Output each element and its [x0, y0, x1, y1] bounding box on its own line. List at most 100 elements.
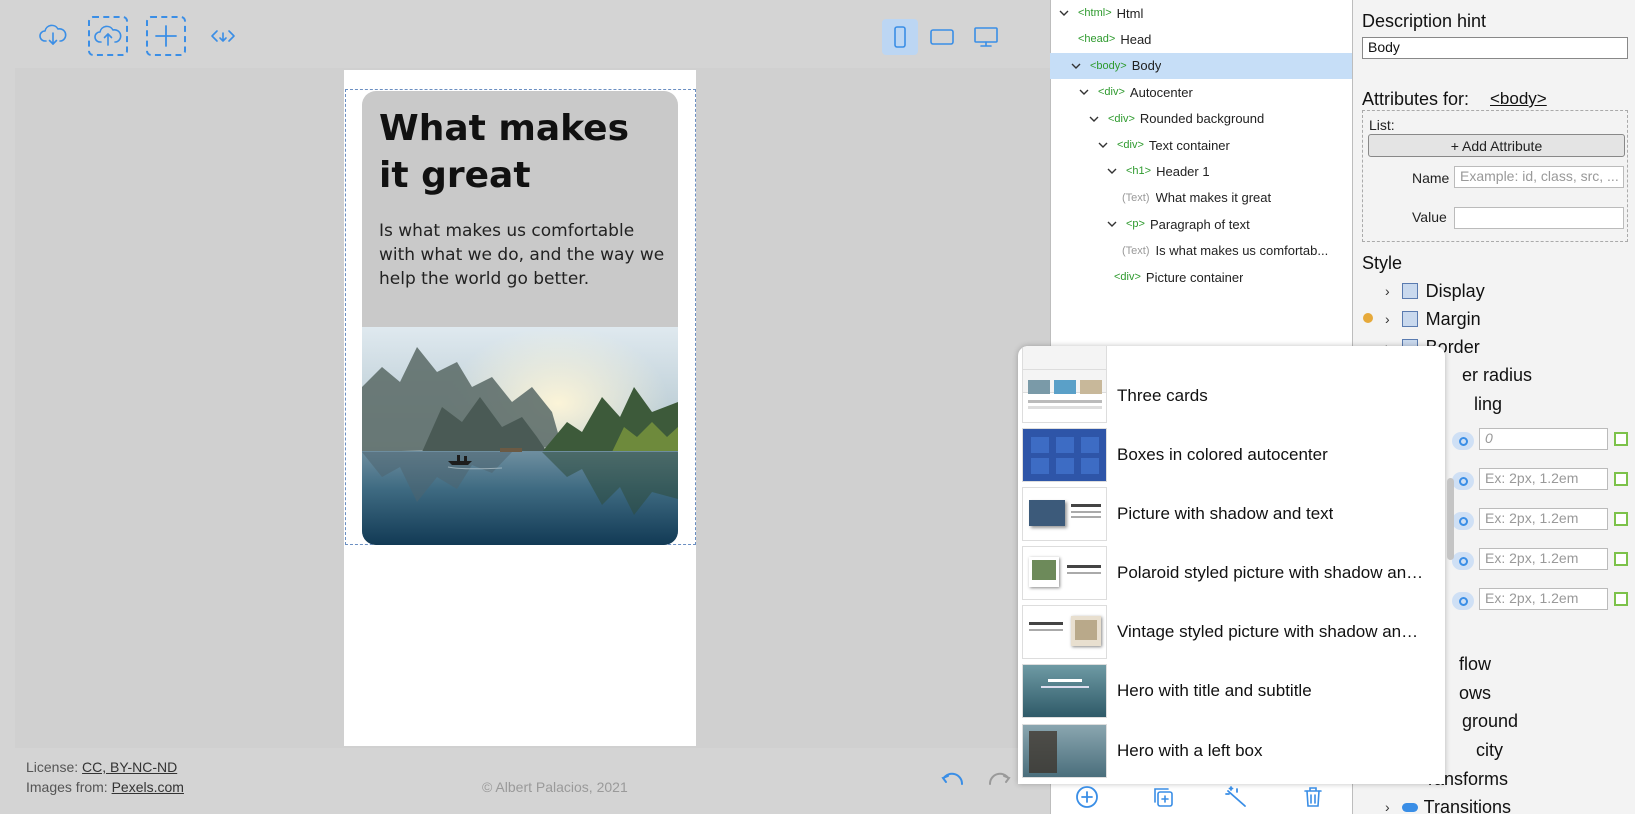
tree-row-head[interactable]: <head> Head [1050, 26, 1352, 52]
padding-unit-toggle[interactable] [1452, 432, 1474, 450]
style-section-label: Margin [1425, 308, 1481, 329]
palette-item-label: Picture with shadow and text [1117, 504, 1334, 523]
tree-row-body[interactable]: <body> Body [1050, 52, 1352, 79]
circle-icon [1458, 516, 1468, 526]
duplicate-button[interactable] [1148, 782, 1178, 812]
style-section-er-radius[interactable]: er radius [1462, 362, 1532, 388]
palette-thumbnail [1022, 605, 1107, 659]
style-section-city[interactable]: city [1476, 737, 1503, 763]
rounded-background[interactable]: What makes it great Is what makes us com… [362, 91, 678, 545]
mobile-view-button[interactable] [882, 19, 918, 55]
palette-item[interactable]: Picture with shadow and text [1022, 486, 1427, 542]
palette-item[interactable]: Boxes in colored autocenter [1022, 427, 1427, 483]
desktop-view-button[interactable] [968, 19, 1004, 55]
redo-button[interactable] [984, 768, 1014, 798]
style-section-flow[interactable]: flow [1459, 651, 1491, 677]
chevron-right-icon: › [1385, 283, 1390, 299]
attribute-name-input[interactable]: Example: id, class, src, ... [1454, 166, 1624, 188]
style-section-transitions[interactable]: › Transitions [1385, 794, 1511, 814]
tree-row-html[interactable]: <html> Html [1050, 0, 1352, 26]
chevron-down-icon[interactable] [1058, 7, 1070, 19]
palette-thumbnail [1022, 487, 1107, 541]
palette-thumbnail [1022, 664, 1107, 718]
padding-input[interactable]: Ex: 2px, 1.2em [1479, 508, 1608, 530]
padding-unit-toggle[interactable] [1452, 552, 1474, 570]
magic-wand-button[interactable] [1221, 782, 1251, 812]
tree-row-header-1[interactable]: <h1> Header 1 [1050, 158, 1352, 184]
tablet-view-button[interactable] [924, 19, 960, 55]
description-hint-input[interactable]: Body [1362, 37, 1628, 59]
attributes-target[interactable]: <body> [1490, 89, 1547, 109]
palette-item[interactable]: Hero with title and subtitle [1022, 663, 1427, 719]
license-link[interactable]: CC, BY-NC-ND [82, 759, 177, 775]
images-line: Images from: Pexels.com [26, 779, 184, 795]
tree-row-tag: <div> [1117, 139, 1144, 151]
padding-input[interactable]: Ex: 2px, 1.2em [1479, 548, 1608, 570]
tree-row-text-container[interactable]: <div> Text container [1050, 132, 1352, 158]
tree-row-tag: <div> [1114, 271, 1141, 283]
palette-thumbnail [1022, 724, 1107, 778]
palette-item[interactable]: Vintage styled picture with shadow and t… [1022, 604, 1427, 660]
style-section-display[interactable]: › Display [1385, 278, 1485, 304]
tree-row-autocenter[interactable]: <div> Autocenter [1050, 79, 1352, 105]
padding-unit-toggle[interactable] [1452, 472, 1474, 490]
preview-heading[interactable]: What makes it great [379, 105, 669, 199]
padding-checkbox[interactable] [1614, 512, 1628, 526]
tree-row-picture-container[interactable]: <div> Picture container [1050, 264, 1352, 290]
padding-input[interactable]: 0 [1479, 428, 1608, 450]
padding-input[interactable]: Ex: 2px, 1.2em [1479, 468, 1608, 490]
style-section-margin[interactable]: › Margin [1385, 306, 1481, 332]
padding-checkbox[interactable] [1614, 592, 1628, 606]
padding-unit-toggle[interactable] [1452, 512, 1474, 530]
cloud-download-icon [39, 24, 67, 45]
style-section-ows[interactable]: ows [1459, 680, 1491, 706]
upload-button[interactable] [88, 16, 128, 56]
tree-row-rounded-background[interactable]: <div> Rounded background [1050, 106, 1352, 132]
circle-icon [1458, 476, 1468, 486]
palette-item[interactable]: Three cards [1022, 368, 1427, 424]
tree-row-what-makes-it-great[interactable]: (Text) What makes it great [1050, 185, 1352, 211]
add-component-button[interactable] [1072, 782, 1102, 812]
chevron-down-icon[interactable] [1088, 113, 1100, 125]
delete-button[interactable] [1298, 782, 1328, 812]
add-element-button[interactable] [146, 16, 186, 56]
padding-input[interactable]: Ex: 2px, 1.2em [1479, 588, 1608, 610]
padding-checkbox[interactable] [1614, 472, 1628, 486]
chevron-down-icon[interactable] [1097, 139, 1109, 151]
download-button[interactable] [33, 16, 73, 56]
palette-item-label: Three cards [1117, 386, 1208, 405]
copyright: © Albert Palacios, 2021 [482, 779, 628, 795]
pexels-link[interactable]: Pexels.com [112, 779, 184, 795]
transitions-icon [1401, 802, 1418, 812]
description-hint-label: Description hint [1362, 11, 1487, 31]
trash-icon [1304, 787, 1322, 807]
tree-row-paragraph-of-text[interactable]: <p> Paragraph of text [1050, 211, 1352, 237]
chevron-down-icon[interactable] [1106, 165, 1118, 177]
style-section-ling[interactable]: ling [1474, 391, 1502, 417]
padding-checkbox[interactable] [1614, 552, 1628, 566]
style-section-ground[interactable]: ground [1462, 708, 1518, 734]
section-icon [1401, 311, 1418, 327]
undo-button[interactable] [938, 768, 968, 798]
add-attribute-button[interactable]: + Add Attribute [1368, 134, 1625, 157]
palette-item-label: Vintage styled picture with shadow and t… [1117, 622, 1427, 641]
padding-checkbox[interactable] [1614, 432, 1628, 446]
tree-row-is-what-makes-us-comfortab[interactable]: (Text) Is what makes us comfortab... [1050, 238, 1352, 264]
attribute-value-input[interactable] [1454, 207, 1624, 229]
magic-wand-icon [1225, 786, 1246, 807]
palette-item[interactable]: Hero with a left box [1022, 723, 1427, 779]
landscape-picture[interactable] [362, 327, 678, 545]
chevron-down-icon[interactable] [1078, 86, 1090, 98]
tree-row-tag: (Text) [1122, 244, 1150, 257]
license-label: License: [26, 759, 79, 775]
name-label: Name [1412, 170, 1450, 186]
tree-row-label: Is what makes us comfortab... [1155, 243, 1329, 259]
preview-paragraph[interactable]: Is what makes us comfortable with what w… [379, 219, 669, 291]
padding-unit-toggle[interactable] [1452, 592, 1474, 610]
chevron-down-icon[interactable] [1070, 60, 1082, 72]
desktop-icon [974, 27, 998, 47]
code-view-button[interactable] [203, 16, 243, 56]
palette-item[interactable]: Polaroid styled picture with shadow and … [1022, 545, 1427, 601]
palette-scrollbar[interactable] [1447, 478, 1454, 560]
chevron-down-icon[interactable] [1106, 218, 1118, 230]
